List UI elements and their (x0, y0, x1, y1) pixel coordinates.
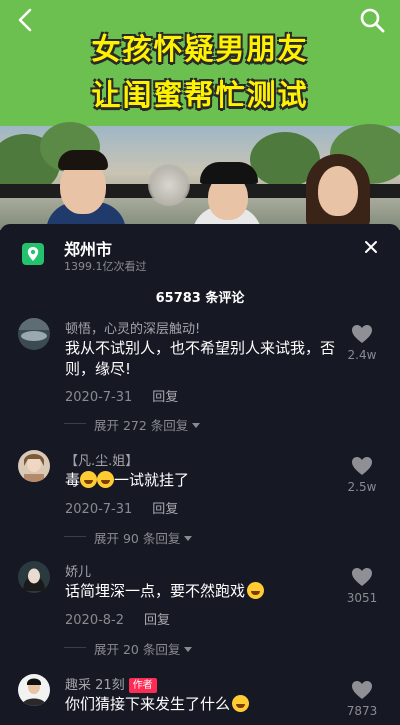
comment-username[interactable]: 娇儿 (65, 561, 91, 580)
location-views: 1399.1亿次看过 (64, 260, 147, 273)
comment-text: 毒 一试就挂了 (65, 470, 345, 491)
comment-count: 65783 条评论 (155, 291, 245, 306)
comment-date: 2020-7-31 (65, 390, 133, 405)
search-icon (360, 8, 385, 33)
caret-down-icon (192, 423, 201, 428)
caret-down-icon (184, 647, 193, 652)
blurred-face (148, 164, 190, 206)
comment-date: 2020-8-2 (65, 613, 125, 628)
video-title-line-2: 让闺蜜帮忙测试 (91, 78, 309, 112)
comment-text: 话简埋深一点，要不然跑戏 (65, 581, 345, 602)
like-button[interactable]: 2.5w (342, 456, 382, 494)
video-player[interactable]: 女孩怀疑男朋友 让闺蜜帮忙测试 (0, 0, 400, 230)
expand-replies-label: 展开 90 条回复 (94, 531, 181, 546)
comment-meta: 2020-7-31 回复 (65, 386, 178, 405)
like-button[interactable]: 2.4w (342, 324, 382, 362)
comment-meta: 2020-7-31 回复 (65, 498, 178, 517)
comment-text: 你们猜接下来发生了什么 (65, 694, 345, 715)
comment-username[interactable]: 【凡.尘.姐】 (65, 450, 138, 469)
comment-text-part: 毒 (65, 471, 81, 489)
avatar[interactable] (18, 318, 50, 350)
heart-icon (352, 457, 372, 475)
reply-button[interactable]: 回复 (152, 390, 178, 405)
heart-icon (352, 568, 372, 586)
reply-button[interactable]: 回复 (152, 502, 178, 517)
laughing-emoji-icon (80, 471, 98, 488)
like-count: 7873 (346, 704, 378, 718)
comment-username-text[interactable]: 趣采 21刻 (65, 678, 125, 693)
video-title-line-1: 女孩怀疑男朋友 (91, 32, 309, 66)
back-button[interactable] (12, 6, 40, 34)
avatar[interactable] (18, 561, 50, 593)
avatar[interactable] (18, 450, 50, 482)
grin-sweat-emoji-icon (247, 582, 265, 599)
expand-replies-button[interactable]: 展开 20 条回复 (63, 639, 193, 658)
comment-date: 2020-7-31 (65, 502, 133, 517)
flushed-emoji-icon (232, 695, 250, 712)
author-badge: 作者 (128, 678, 157, 693)
comments-panel: 郑州市 1399.1亿次看过 65783 条评论 顿悟，心灵的深层触动! 我从不… (0, 224, 400, 725)
like-count: 2.5w (347, 480, 377, 494)
caret-down-icon (184, 536, 193, 541)
chevron-left-icon (18, 8, 32, 32)
like-count: 3051 (346, 591, 378, 605)
like-count: 2.4w (347, 348, 377, 362)
comment-username[interactable]: 顿悟，心灵的深层触动! (65, 318, 200, 337)
avatar[interactable] (18, 674, 50, 706)
heart-icon (352, 325, 372, 343)
reply-button[interactable]: 回复 (144, 613, 170, 628)
comment-text: 我从不试别人，也不希望别人来试我，否则，缘尽! (65, 339, 336, 378)
location-pin-icon (22, 243, 44, 265)
close-button[interactable] (360, 236, 382, 258)
expand-replies-button[interactable]: 展开 272 条回复 (63, 415, 201, 434)
expand-replies-button[interactable]: 展开 90 条回复 (63, 528, 193, 547)
expand-replies-label: 展开 272 条回复 (94, 418, 189, 433)
comment-text-part: 一试就挂了 (114, 471, 190, 489)
video-frame (0, 122, 400, 230)
comment-meta: 2020-8-2 回复 (65, 609, 170, 628)
video-title-banner: 女孩怀疑男朋友 让闺蜜帮忙测试 (0, 0, 400, 126)
like-button[interactable]: 3051 (342, 567, 382, 605)
laughing-emoji-icon (97, 471, 115, 488)
heart-icon (352, 681, 372, 699)
location-title[interactable]: 郑州市 (64, 236, 112, 260)
close-icon (365, 241, 377, 253)
expand-replies-label: 展开 20 条回复 (94, 642, 181, 657)
comment-text-part: 话简埋深一点，要不然跑戏 (65, 582, 246, 600)
comment-username: 趣采 21刻 作者 (65, 674, 157, 693)
comment-text-part: 你们猜接下来发生了什么 (65, 695, 231, 713)
like-button[interactable]: 7873 (342, 680, 382, 718)
search-button[interactable] (358, 6, 386, 34)
